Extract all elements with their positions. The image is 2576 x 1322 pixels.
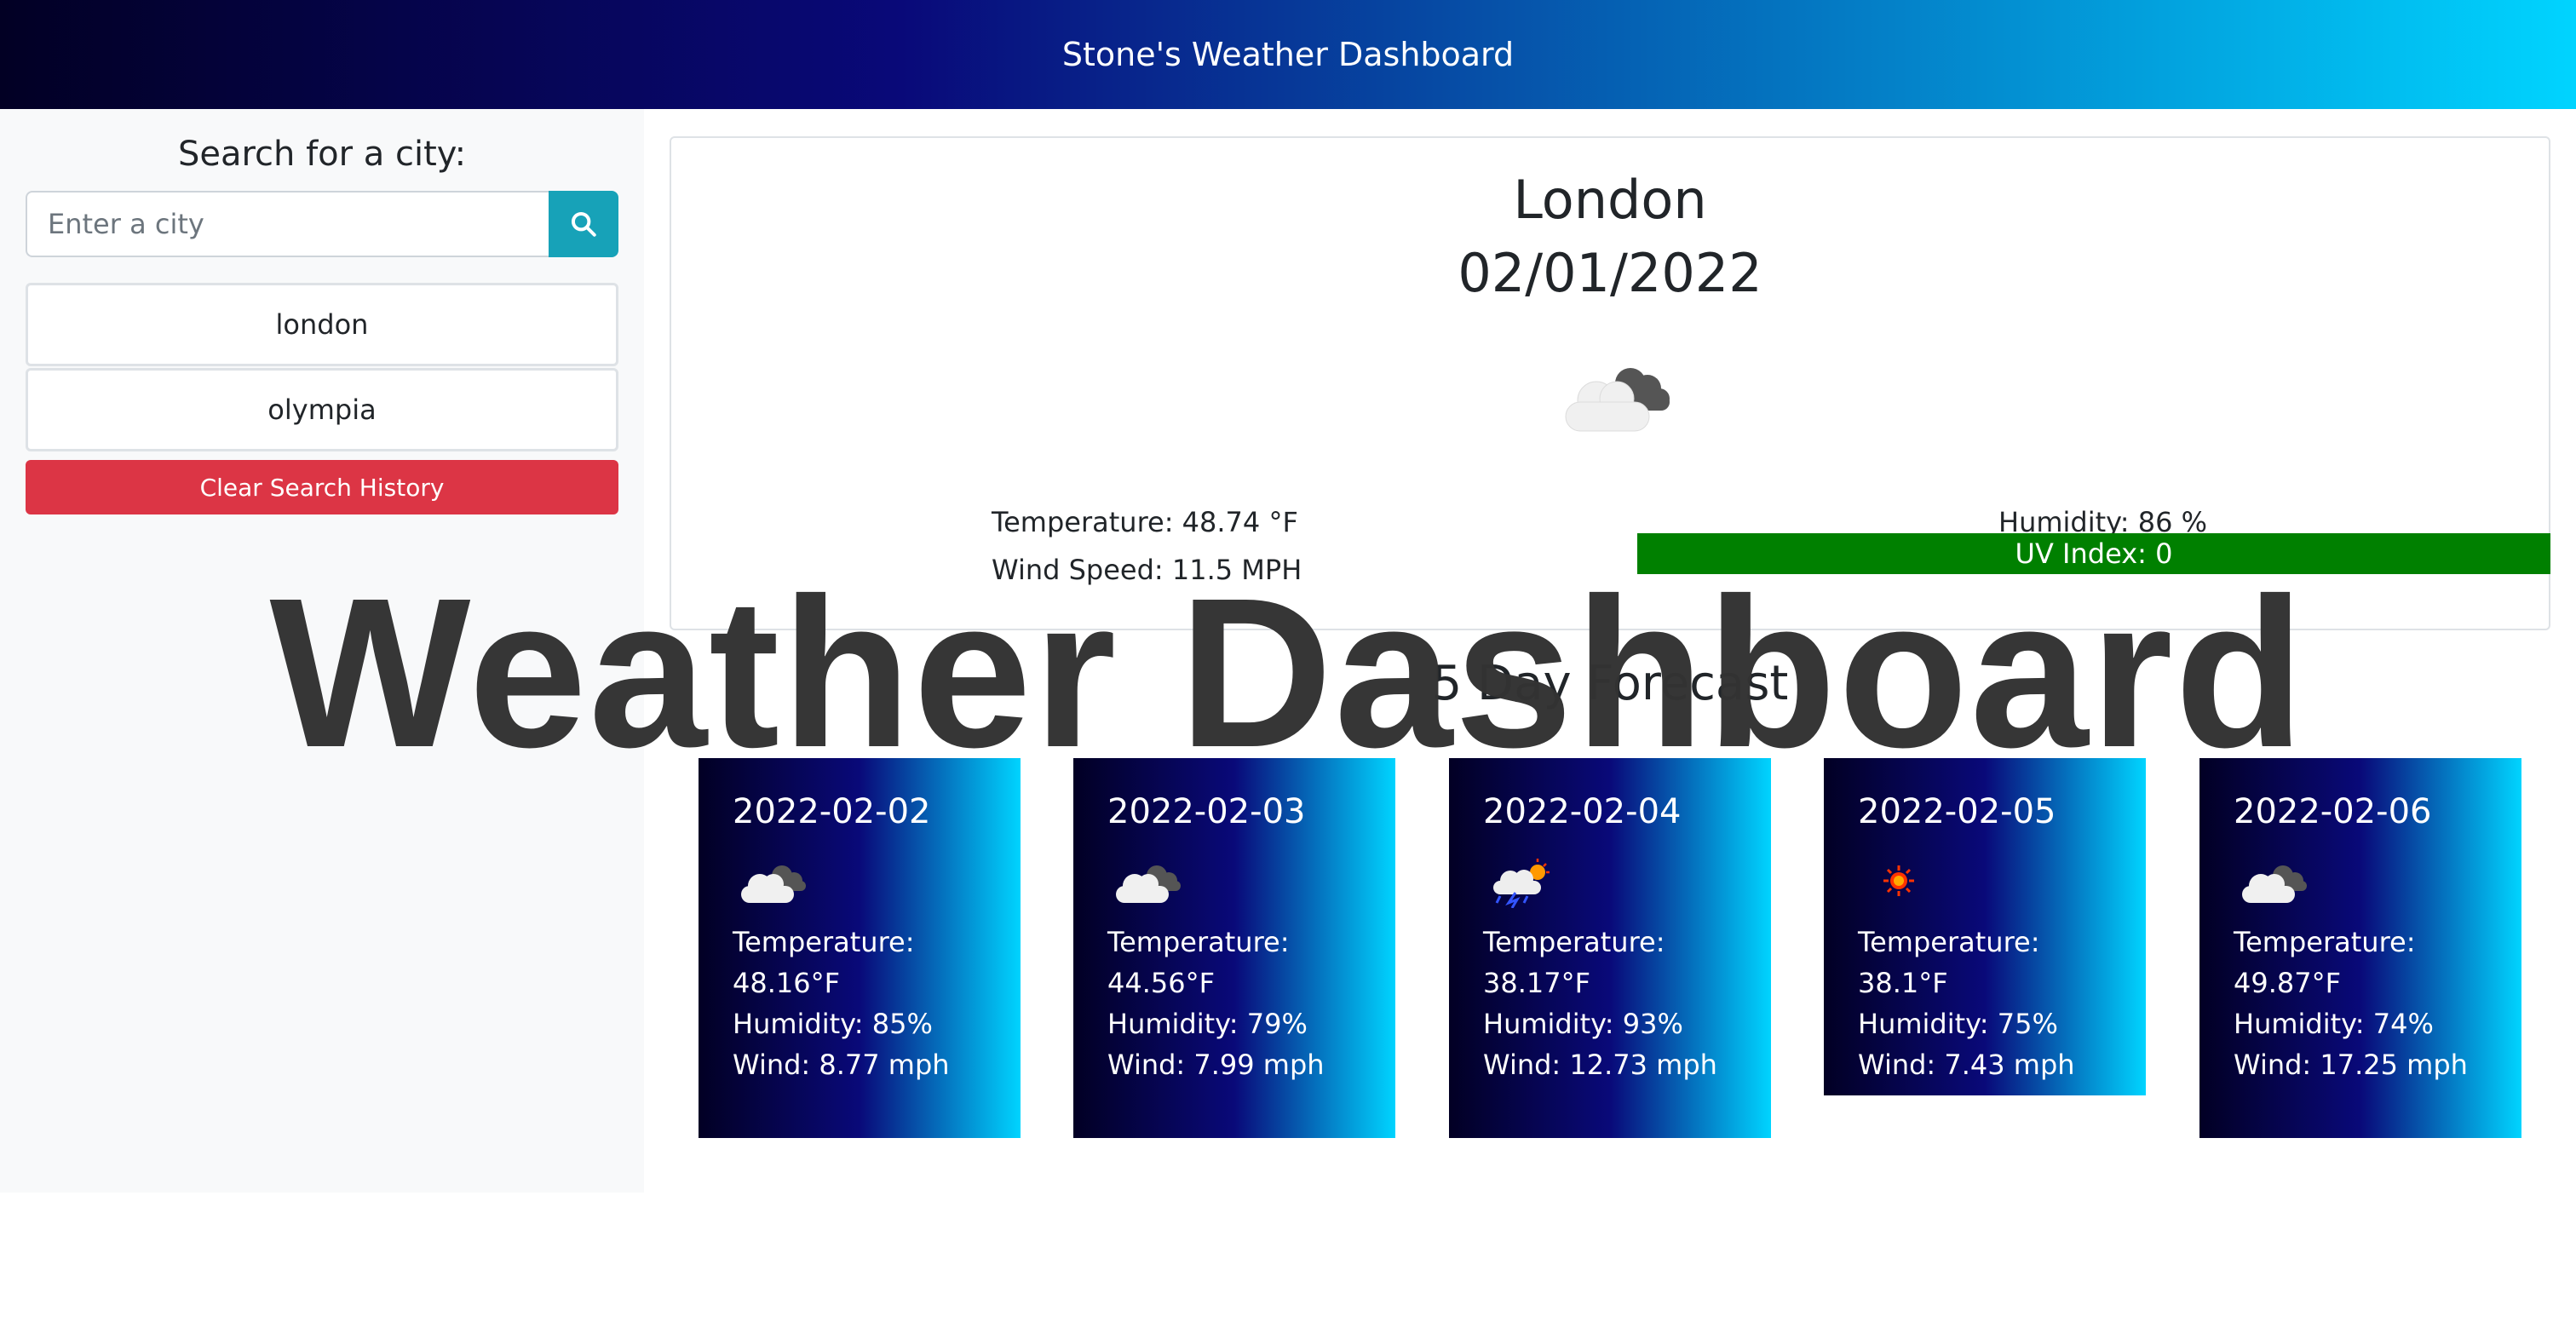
search-history: london olympia — [26, 283, 618, 453]
forecast-humidity: Humidity: 75% — [1858, 1008, 2058, 1040]
app-header: Stone's Weather Dashboard — [0, 0, 2576, 109]
search-row — [26, 191, 618, 257]
forecast-humidity: Humidity: 85% — [733, 1008, 933, 1040]
current-date: 02/01/2022 — [1458, 242, 1762, 304]
forecast-card: 2022-02-02 Temperature: 48.16°F Humidity… — [699, 758, 1021, 1138]
search-button[interactable] — [549, 191, 618, 257]
forecast-temp: 38.17°F — [1483, 967, 1591, 999]
clear-history-button[interactable]: Clear Search History — [26, 460, 618, 514]
app-title: Stone's Weather Dashboard — [1061, 36, 1515, 73]
forecast-temp: 48.16°F — [733, 967, 841, 999]
search-title: Search for a city: — [177, 135, 467, 174]
sun-icon — [1883, 865, 1914, 896]
city-name: London — [1513, 169, 1707, 231]
history-item-olympia[interactable]: olympia — [26, 368, 618, 451]
cloudy-icon — [741, 865, 806, 903]
forecast-humidity: Humidity: 79% — [1107, 1008, 1308, 1040]
forecast-card: 2022-02-03 Temperature: 44.56°F Humidity… — [1073, 758, 1395, 1138]
cloudy-icon — [1116, 865, 1181, 903]
forecast-temp: 49.87°F — [2234, 967, 2342, 999]
city-search-input[interactable] — [26, 191, 549, 257]
forecast-wind: Wind: 7.99 mph — [1107, 1049, 1325, 1081]
forecast-temp-label: Temperature: — [2234, 926, 2416, 958]
forecast-card: 2022-02-05 Temperature: 38.1°F Humidity:… — [1824, 758, 2146, 1095]
forecast-temp-label: Temperature: — [1107, 926, 1290, 958]
forecast-temp-label: Temperature: — [733, 926, 915, 958]
history-item-london[interactable]: london — [26, 283, 618, 366]
forecast-temp-label: Temperature: — [1483, 926, 1665, 958]
forecast-card: 2022-02-06 Temperature: 49.87°F Humidity… — [2199, 758, 2521, 1138]
search-icon — [571, 211, 596, 237]
overlay-title: Weather Dashboard — [269, 554, 2307, 791]
cloudy-icon — [2242, 865, 2307, 903]
forecast-wind: Wind: 12.73 mph — [1483, 1049, 1717, 1081]
forecast-humidity: Humidity: 93% — [1483, 1008, 1683, 1040]
forecast-wind: Wind: 17.25 mph — [2234, 1049, 2468, 1081]
forecast-humidity: Humidity: 74% — [2234, 1008, 2434, 1040]
forecast-wind: Wind: 7.43 mph — [1858, 1049, 2075, 1081]
thunder-rain-icon — [1493, 859, 1550, 909]
cloudy-icon — [1565, 368, 1670, 432]
forecast-temp: 44.56°F — [1107, 967, 1216, 999]
forecast-card: 2022-02-04 Temperature: 38.17°F Humidity… — [1449, 758, 1771, 1138]
forecast-wind: Wind: 8.77 mph — [733, 1049, 950, 1081]
current-temperature: Temperature: 48.74 °F — [992, 506, 1298, 538]
forecast-temp-label: Temperature: 38.1°F — [1858, 926, 2040, 999]
